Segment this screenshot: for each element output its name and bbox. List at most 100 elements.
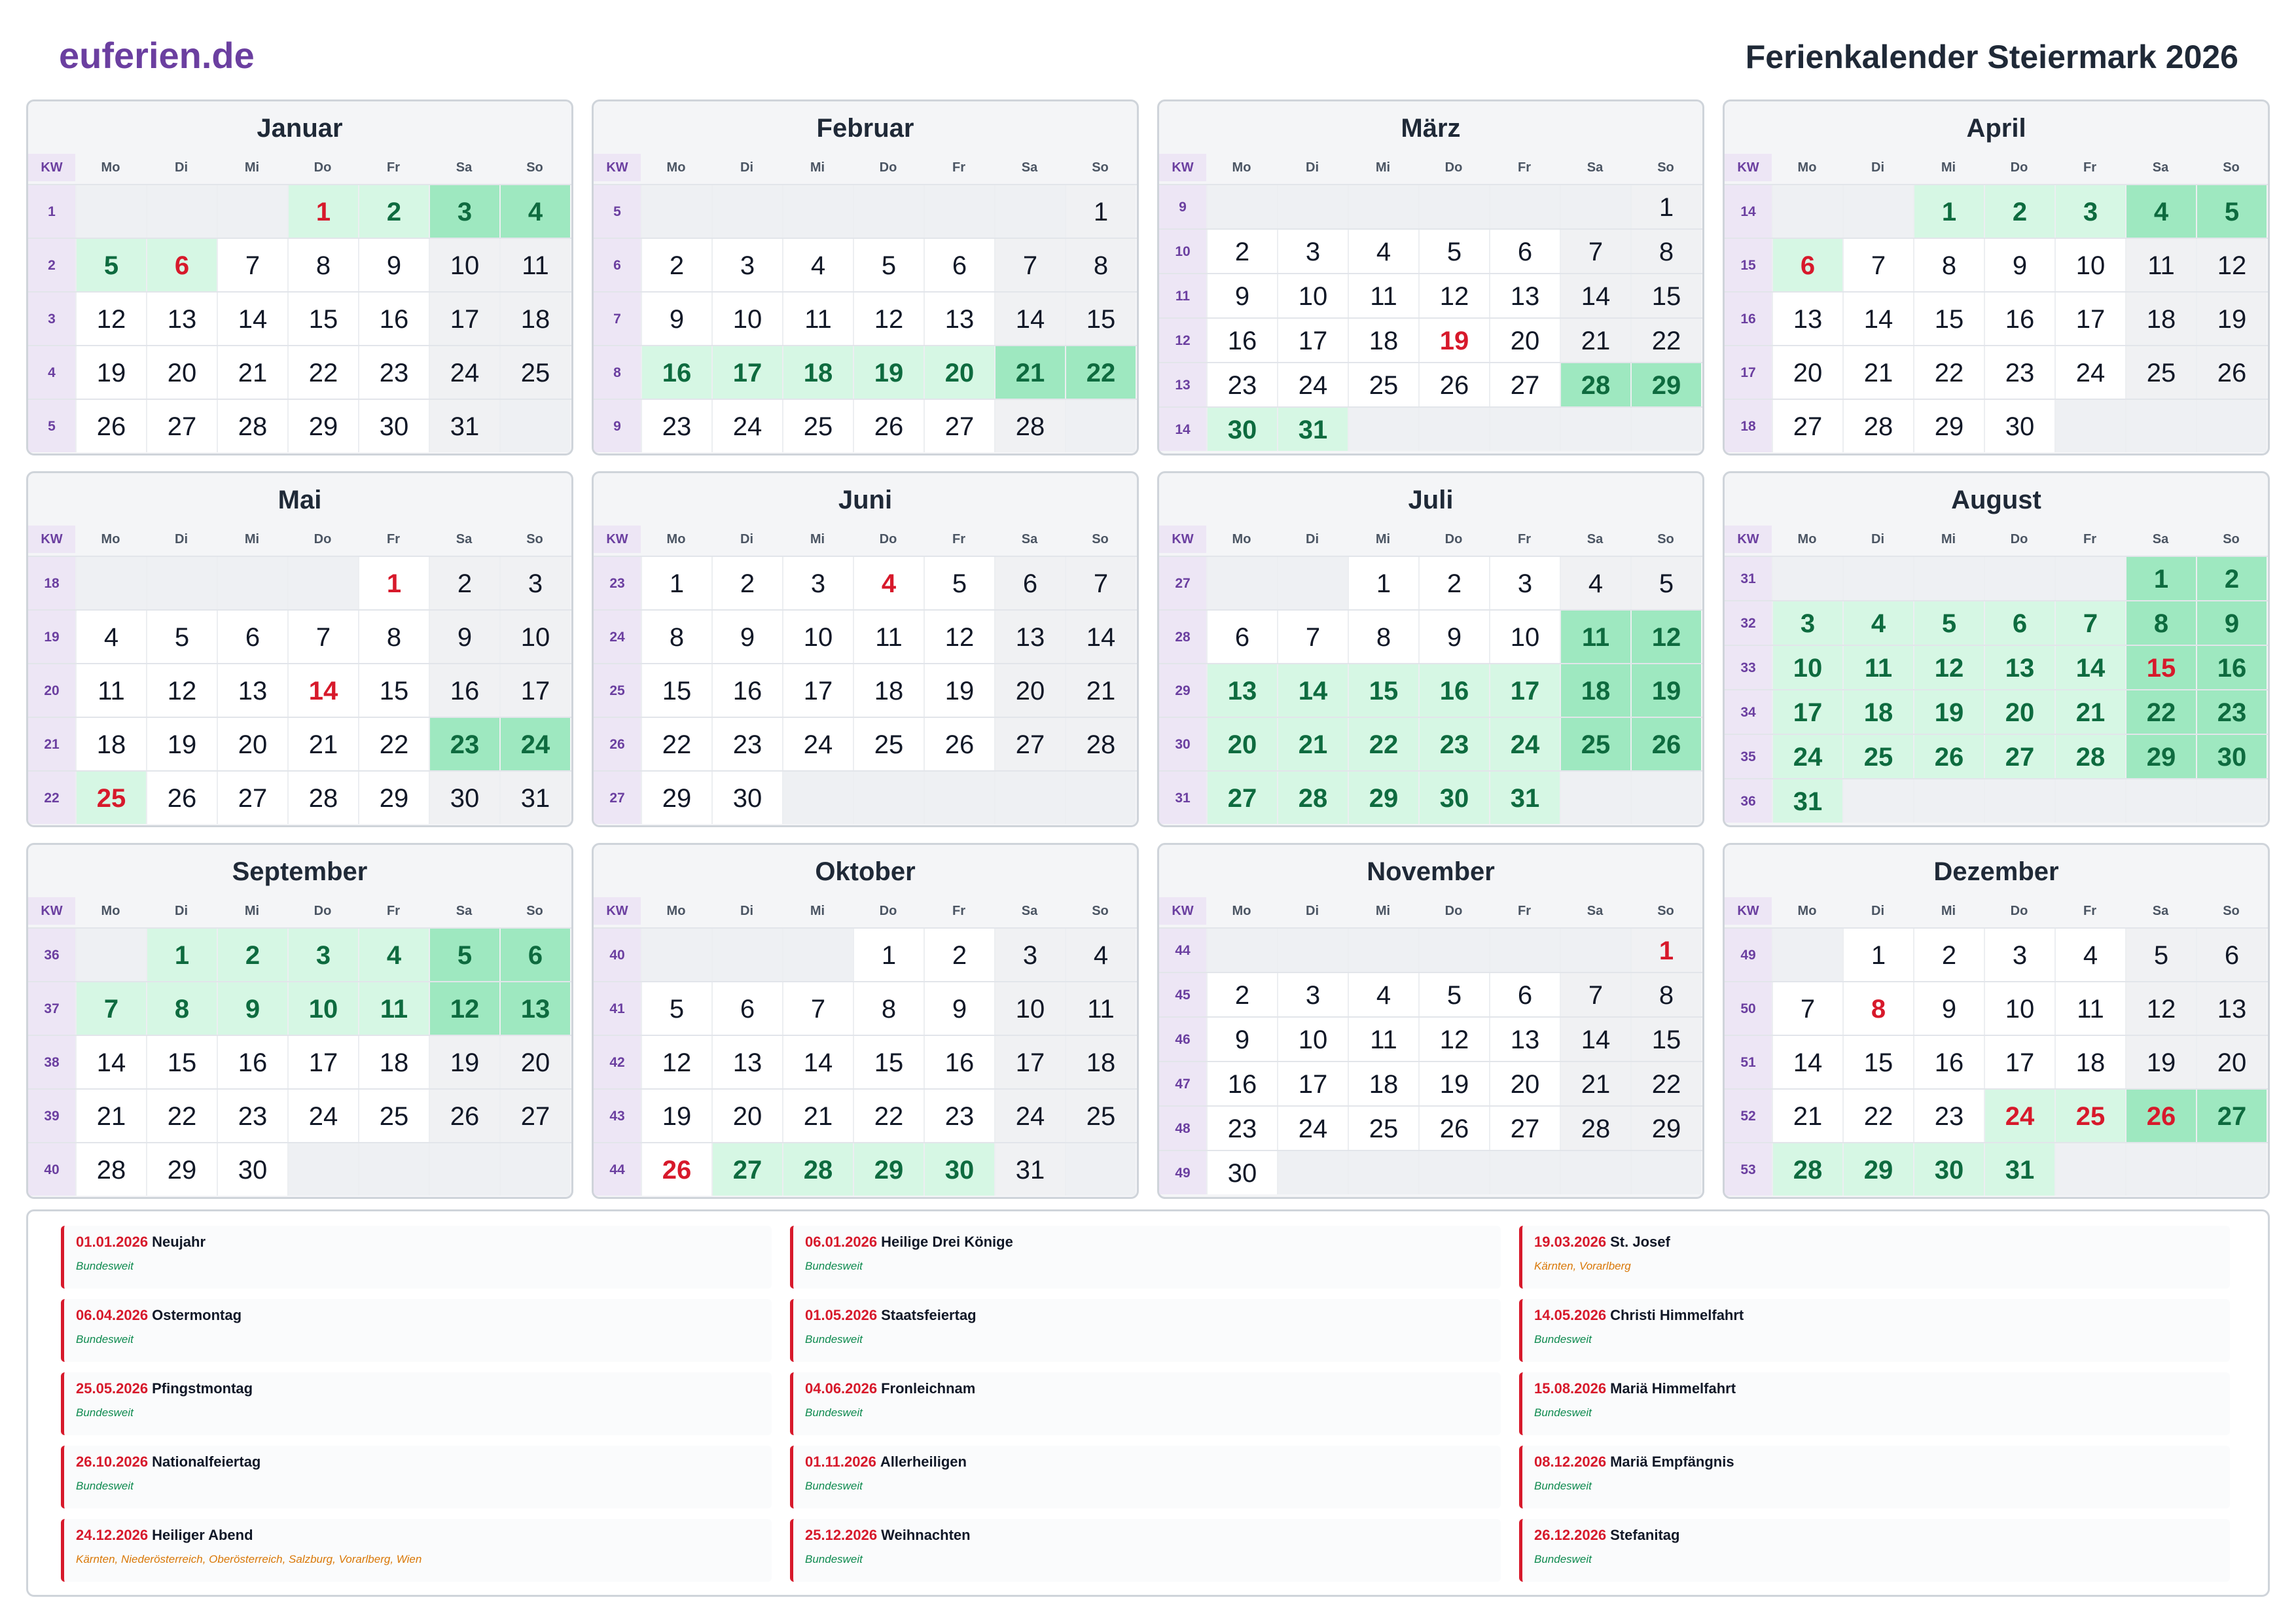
day-cell[interactable]: 13 xyxy=(924,293,994,345)
day-cell[interactable]: 4 xyxy=(358,929,429,981)
day-cell[interactable]: 22 xyxy=(2125,690,2196,734)
day-cell[interactable]: 5 xyxy=(146,611,217,663)
day-cell[interactable]: 13 xyxy=(1772,293,1842,345)
day-cell[interactable]: 2 xyxy=(1206,973,1277,1016)
day-cell[interactable]: 12 xyxy=(1630,611,1701,663)
day-cell[interactable]: 13 xyxy=(499,982,570,1035)
day-cell[interactable]: 16 xyxy=(2196,646,2267,689)
day-cell[interactable]: 23 xyxy=(1913,1090,1984,1142)
day-cell[interactable]: 20 xyxy=(2196,1036,2267,1088)
day-cell[interactable]: 15 xyxy=(146,1036,217,1088)
day-cell[interactable]: 27 xyxy=(217,772,287,824)
day-cell[interactable]: 20 xyxy=(1984,690,2054,734)
day-cell[interactable]: 27 xyxy=(711,1143,782,1196)
day-cell[interactable]: 19 xyxy=(1913,690,1984,734)
day-cell[interactable]: 9 xyxy=(429,611,499,663)
day-cell[interactable]: 14 xyxy=(1772,1036,1842,1088)
day-cell[interactable]: 21 xyxy=(994,346,1065,399)
day-cell[interactable]: 25 xyxy=(782,400,853,452)
day-cell[interactable]: 5 xyxy=(2196,185,2267,238)
day-cell[interactable]: 19 xyxy=(1418,319,1489,362)
day-cell[interactable]: 19 xyxy=(146,718,217,770)
day-cell[interactable]: 24 xyxy=(499,718,570,770)
day-cell[interactable]: 30 xyxy=(1206,1151,1277,1194)
day-cell[interactable]: 20 xyxy=(217,718,287,770)
day-cell[interactable]: 27 xyxy=(1772,400,1842,452)
day-cell[interactable]: 14 xyxy=(75,1036,146,1088)
day-cell[interactable]: 16 xyxy=(1206,1062,1277,1105)
day-cell[interactable]: 31 xyxy=(1772,779,1842,823)
day-cell[interactable]: 9 xyxy=(1984,239,2054,291)
day-cell[interactable]: 1 xyxy=(1842,929,1913,981)
day-cell[interactable]: 31 xyxy=(1489,772,1560,824)
day-cell[interactable]: 27 xyxy=(1489,1107,1560,1150)
day-cell[interactable]: 6 xyxy=(2196,929,2267,981)
day-cell[interactable]: 3 xyxy=(1772,601,1842,645)
day-cell[interactable]: 9 xyxy=(217,982,287,1035)
day-cell[interactable]: 12 xyxy=(429,982,499,1035)
day-cell[interactable]: 3 xyxy=(499,557,570,609)
day-cell[interactable]: 7 xyxy=(287,611,358,663)
day-cell[interactable]: 15 xyxy=(1630,1018,1701,1061)
day-cell[interactable]: 2 xyxy=(1206,230,1277,273)
day-cell[interactable]: 12 xyxy=(924,611,994,663)
day-cell[interactable]: 17 xyxy=(499,664,570,717)
day-cell[interactable]: 21 xyxy=(782,1090,853,1142)
day-cell[interactable]: 30 xyxy=(1418,772,1489,824)
day-cell[interactable]: 7 xyxy=(1772,982,1842,1035)
day-cell[interactable]: 4 xyxy=(782,239,853,291)
day-cell[interactable]: 5 xyxy=(1418,230,1489,273)
brand-logo[interactable]: euferien.de xyxy=(59,34,255,77)
day-cell[interactable]: 28 xyxy=(994,400,1065,452)
day-cell[interactable]: 21 xyxy=(75,1090,146,1142)
day-cell[interactable]: 28 xyxy=(75,1143,146,1196)
day-cell[interactable]: 12 xyxy=(1418,274,1489,317)
day-cell[interactable]: 6 xyxy=(711,982,782,1035)
day-cell[interactable]: 6 xyxy=(1984,601,2054,645)
day-cell[interactable]: 10 xyxy=(287,982,358,1035)
day-cell[interactable]: 27 xyxy=(146,400,217,452)
day-cell[interactable]: 25 xyxy=(1560,718,1630,770)
day-cell[interactable]: 14 xyxy=(217,293,287,345)
day-cell[interactable]: 1 xyxy=(1913,185,1984,238)
day-cell[interactable]: 11 xyxy=(358,982,429,1035)
day-cell[interactable]: 11 xyxy=(2054,982,2125,1035)
day-cell[interactable]: 14 xyxy=(2054,646,2125,689)
day-cell[interactable]: 6 xyxy=(994,557,1065,609)
day-cell[interactable]: 8 xyxy=(1630,230,1701,273)
day-cell[interactable]: 20 xyxy=(924,346,994,399)
day-cell[interactable]: 15 xyxy=(358,664,429,717)
day-cell[interactable]: 11 xyxy=(1560,611,1630,663)
day-cell[interactable]: 31 xyxy=(1277,408,1348,451)
day-cell[interactable]: 30 xyxy=(1913,1143,1984,1196)
day-cell[interactable]: 26 xyxy=(853,400,924,452)
day-cell[interactable]: 29 xyxy=(146,1143,217,1196)
day-cell[interactable]: 16 xyxy=(1984,293,2054,345)
day-cell[interactable]: 21 xyxy=(2054,690,2125,734)
day-cell[interactable]: 17 xyxy=(1277,1062,1348,1105)
day-cell[interactable]: 14 xyxy=(1560,1018,1630,1061)
day-cell[interactable]: 17 xyxy=(2054,293,2125,345)
day-cell[interactable]: 29 xyxy=(1630,363,1701,406)
day-cell[interactable]: 14 xyxy=(1277,664,1348,717)
day-cell[interactable]: 17 xyxy=(1772,690,1842,734)
day-cell[interactable]: 10 xyxy=(782,611,853,663)
day-cell[interactable]: 16 xyxy=(358,293,429,345)
day-cell[interactable]: 11 xyxy=(1065,982,1136,1035)
day-cell[interactable]: 30 xyxy=(2196,735,2267,778)
day-cell[interactable]: 7 xyxy=(1065,557,1136,609)
day-cell[interactable]: 12 xyxy=(641,1036,711,1088)
day-cell[interactable]: 28 xyxy=(1842,400,1913,452)
day-cell[interactable]: 13 xyxy=(1489,1018,1560,1061)
day-cell[interactable]: 15 xyxy=(1065,293,1136,345)
day-cell[interactable]: 22 xyxy=(641,718,711,770)
day-cell[interactable]: 10 xyxy=(994,982,1065,1035)
day-cell[interactable]: 3 xyxy=(1277,230,1348,273)
day-cell[interactable]: 7 xyxy=(1842,239,1913,291)
day-cell[interactable]: 1 xyxy=(853,929,924,981)
day-cell[interactable]: 4 xyxy=(499,185,570,238)
day-cell[interactable]: 3 xyxy=(782,557,853,609)
day-cell[interactable]: 9 xyxy=(711,611,782,663)
day-cell[interactable]: 28 xyxy=(1560,1107,1630,1150)
day-cell[interactable]: 17 xyxy=(287,1036,358,1088)
